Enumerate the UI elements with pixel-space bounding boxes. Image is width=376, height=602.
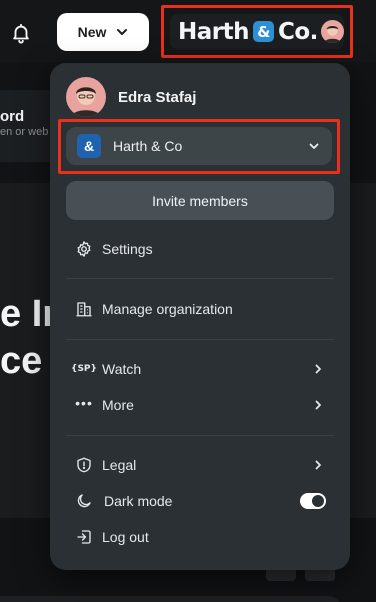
menu-item-label: Watch — [102, 361, 142, 377]
menu-item-manage-organization[interactable]: Manage organization — [74, 296, 330, 322]
avatar — [321, 20, 344, 43]
chevron-down-icon — [309, 143, 319, 149]
chevron-down-icon — [117, 29, 128, 35]
dark-mode-toggle[interactable] — [300, 493, 326, 509]
gear-icon — [74, 239, 94, 259]
moon-icon — [74, 491, 94, 511]
chevron-right-icon — [315, 460, 321, 470]
menu-item-label: Log out — [102, 529, 149, 545]
top-bar: New Harth & Co. — [0, 0, 376, 62]
toggle-knob — [312, 495, 324, 507]
logout-icon — [74, 527, 94, 547]
invite-members-button[interactable]: Invite members — [66, 181, 334, 220]
bell-icon[interactable] — [10, 22, 32, 44]
brand-name-part1: Harth — [178, 18, 249, 45]
account-switcher-button[interactable]: Harth & Co. — [170, 14, 344, 49]
brand-logo: Harth & Co. — [178, 19, 318, 45]
menu-item-legal[interactable]: Legal — [74, 452, 330, 478]
menu-item-label: Dark mode — [104, 493, 173, 509]
menu-item-label: Manage organization — [102, 301, 233, 317]
avatar — [66, 77, 106, 117]
divider — [66, 435, 334, 436]
org-selector-highlight: & Harth & Co — [58, 119, 340, 174]
new-button[interactable]: New — [57, 13, 149, 51]
menu-item-label: Settings — [102, 241, 153, 257]
background-panel-right — [349, 183, 376, 518]
menu-item-log-out[interactable]: Log out — [74, 524, 330, 550]
menu-item-label: More — [102, 397, 134, 413]
more-dots-icon: ••• — [75, 395, 93, 411]
menu-item-settings[interactable]: Settings — [74, 236, 330, 262]
menu-item-dark-mode: Dark mode — [74, 488, 330, 514]
divider — [66, 278, 334, 279]
chevron-right-icon — [315, 364, 321, 374]
chevron-right-icon — [315, 400, 321, 410]
menu-item-label: Legal — [102, 457, 137, 473]
user-name: Edra Stafaj — [118, 88, 197, 106]
divider — [66, 339, 334, 340]
account-dropdown: Edra Stafaj & Harth & Co Invite members … — [50, 63, 350, 570]
brand-name-part2: Co. — [277, 18, 318, 45]
menu-item-watch[interactable]: {SP} Watch — [71, 356, 330, 382]
org-selector-label: Harth & Co — [113, 138, 183, 154]
background-card-subtitle: en or web — [0, 126, 49, 138]
new-button-label: New — [77, 24, 107, 40]
menu-item-more[interactable]: ••• More — [74, 392, 330, 418]
watch-icon: {SP} — [71, 364, 97, 374]
building-icon — [74, 299, 94, 319]
user-header: Edra Stafaj — [66, 77, 196, 117]
brand-highlight: Harth & Co. — [161, 5, 353, 58]
brand-amp-badge: & — [252, 21, 274, 42]
shield-icon — [74, 455, 94, 475]
org-logo-icon: & — [77, 134, 101, 158]
org-selector[interactable]: & Harth & Co — [66, 127, 332, 165]
background-bottom-card — [0, 596, 340, 602]
background-card-title: ord — [0, 108, 25, 125]
